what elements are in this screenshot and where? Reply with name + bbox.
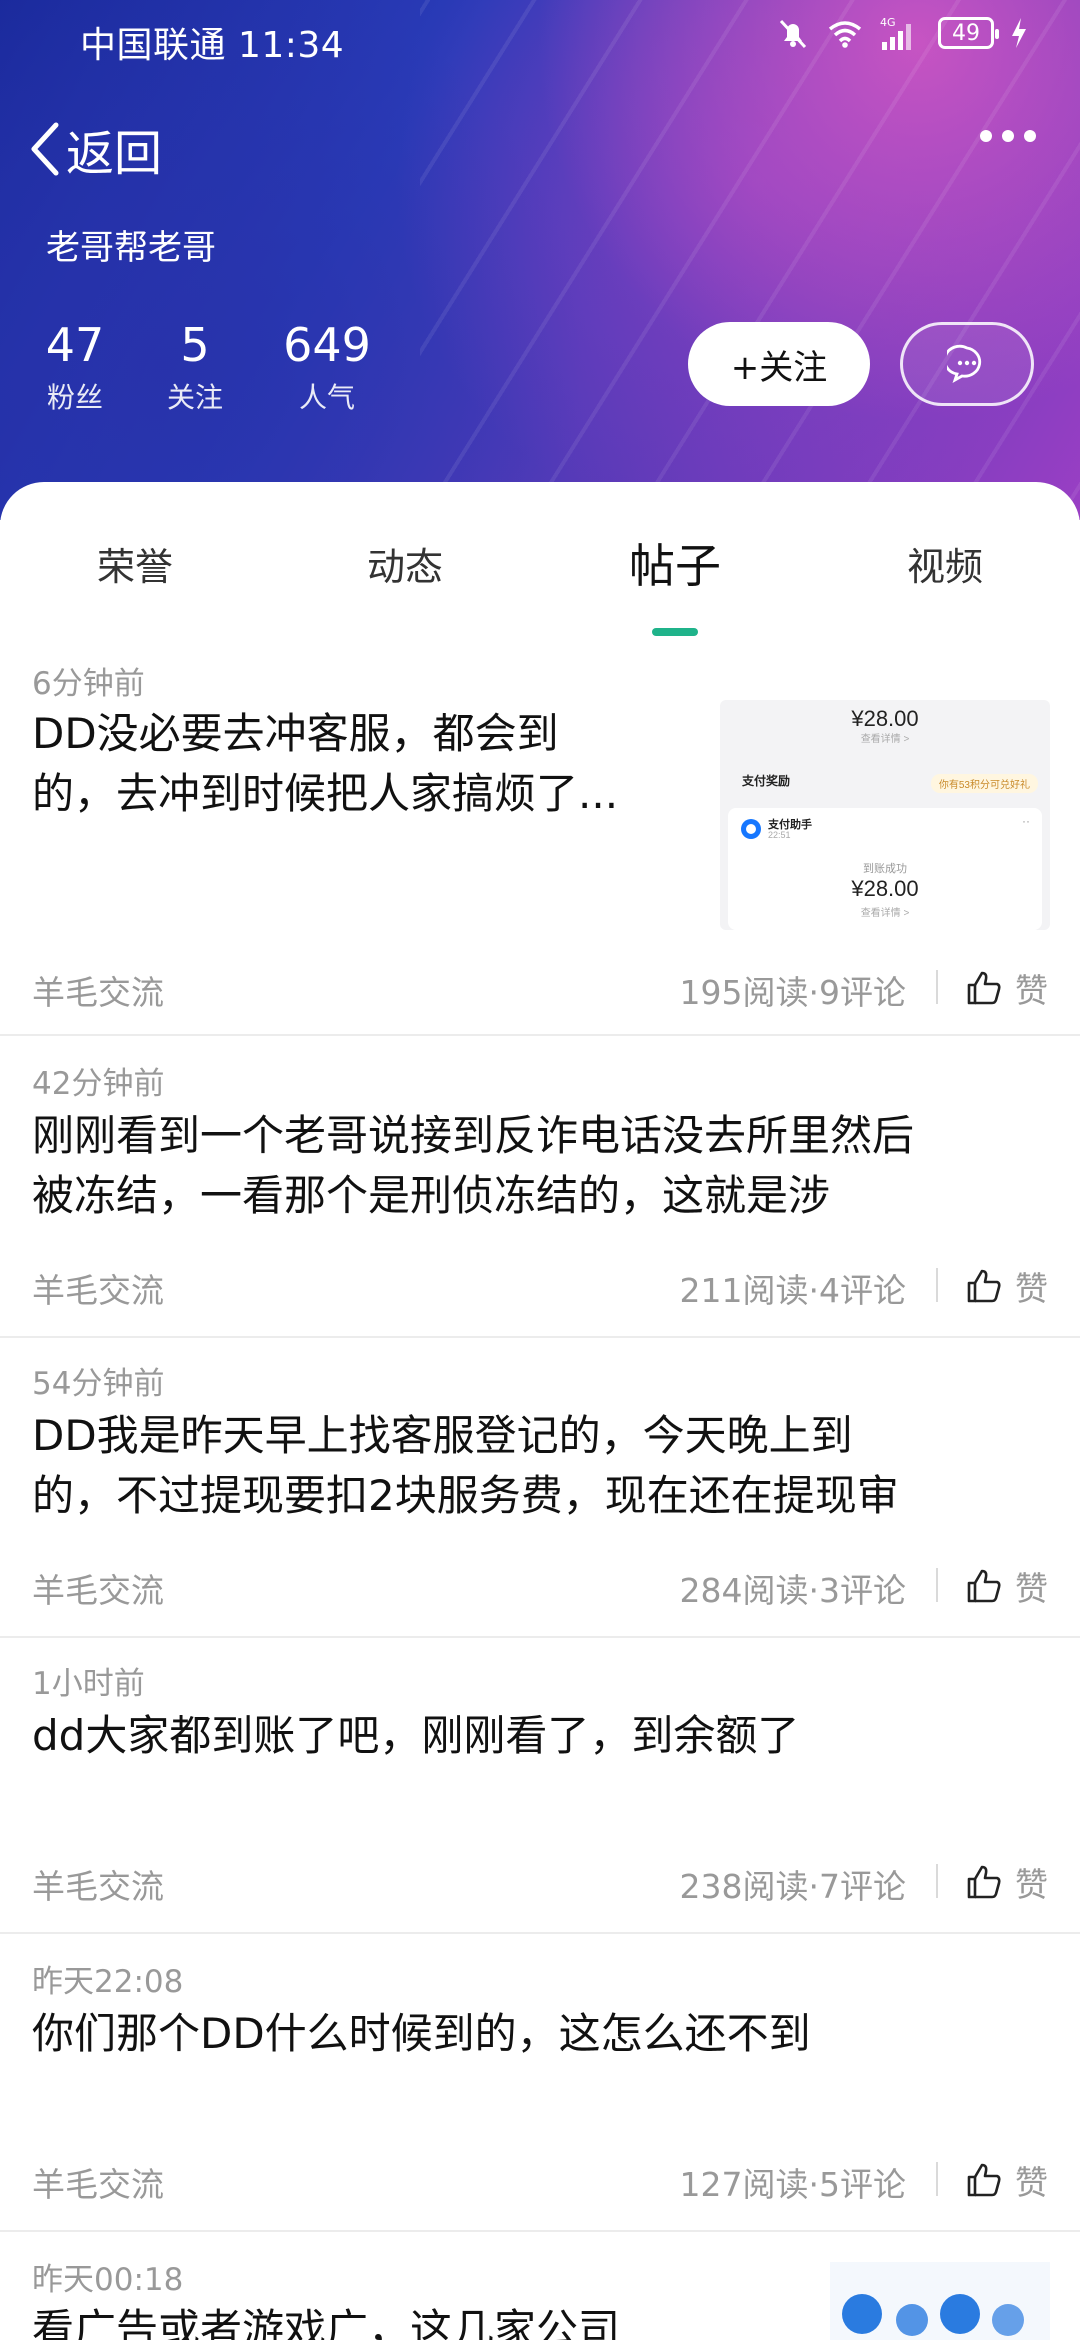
chevron-left-icon: [31, 122, 59, 176]
post-time: 54分钟前: [32, 1366, 165, 1402]
post-title: DD我是昨天早上找客服登记的，今天晚上到 的，不过提现要扣2块服务费，现在还在提…: [32, 1411, 899, 1520]
thumbs-up-icon: [967, 971, 1001, 1005]
post-topic[interactable]: 羊毛交流: [32, 966, 164, 1014]
tab-activity[interactable]: 动态: [270, 536, 540, 591]
post-topic[interactable]: 羊毛交流: [32, 2158, 164, 2206]
stat-popularity: 649 人气: [283, 318, 371, 414]
back-button[interactable]: 返回: [28, 114, 162, 184]
follow-button[interactable]: +关注: [688, 322, 870, 406]
stat-followers[interactable]: 47 粉丝: [30, 318, 120, 416]
post-stats: 127阅读·5评论: [679, 2165, 906, 2204]
post-time: 1小时前: [32, 1666, 145, 1702]
tab-honor[interactable]: 荣誉: [0, 536, 270, 591]
post-topic[interactable]: 羊毛交流: [32, 1860, 164, 1908]
post-time: 昨天00:18: [32, 2262, 184, 2298]
post-topic[interactable]: 羊毛交流: [32, 1264, 164, 1312]
post-stats: 238阅读·7评论: [679, 1867, 906, 1906]
carrier-time: 中国联通 11:34: [80, 25, 345, 66]
post-item[interactable]: 54分钟前 DD我是昨天早上找客服登记的，今天晚上到 的，不过提现要扣2块服务费…: [0, 1338, 1080, 1638]
post-title: dd大家都到账了吧，刚刚看了，到余额了: [32, 1711, 800, 1760]
tab-videos[interactable]: 视频: [810, 536, 1080, 591]
mute-bell-icon: [774, 14, 812, 52]
post-title: DD没必要去冲客服，都会到 的，去冲到时候把人家搞烦了...: [32, 709, 619, 818]
post-stats: 284阅读·3评论: [679, 1571, 906, 1610]
post-time: 昨天22:08: [32, 1964, 184, 2000]
post-item[interactable]: 1小时前 dd大家都到账了吧，刚刚看了，到余额了 羊毛交流 238阅读·7评论 …: [0, 1638, 1080, 1934]
battery-indicator: 49: [938, 17, 999, 49]
post-time: 42分钟前: [32, 1066, 165, 1102]
signal-icon: 4G: [878, 14, 924, 52]
post-item[interactable]: 昨天22:08 你们那个DD什么时候到的，这怎么还不到 羊毛交流 127阅读·5…: [0, 1934, 1080, 2232]
more-options-icon[interactable]: [980, 130, 1036, 142]
svg-text:4G: 4G: [880, 16, 896, 29]
post-topic[interactable]: 羊毛交流: [32, 1564, 164, 1612]
thumbs-up-icon: [967, 1865, 1001, 1899]
profile-name: 老哥帮老哥: [46, 228, 216, 268]
stat-following[interactable]: 5 关注: [150, 318, 240, 416]
wifi-icon: [826, 14, 864, 52]
like-button[interactable]: 赞: [965, 1562, 1048, 1610]
post-item[interactable]: 42分钟前 刚刚看到一个老哥说接到反诈电话没去所里然后 被冻结，一看那个是刑侦冻…: [0, 1036, 1080, 1338]
post-stats: 195阅读·9评论: [679, 973, 906, 1012]
thumbs-up-icon: [967, 2163, 1001, 2197]
post-title: 你们那个DD什么时候到的，这怎么还不到: [32, 2009, 811, 2058]
thumbs-up-icon: [967, 1269, 1001, 1303]
post-title: 刚刚看到一个老哥说接到反诈电话没去所里然后 被冻结，一看那个是刑侦冻结的，这就是…: [32, 1111, 915, 1220]
back-label: 返回: [66, 126, 163, 182]
profile-header: 中国联通 11:34 4G 49 返回 老哥帮老哥 47 粉丝 5 关注 649…: [0, 0, 1080, 520]
thumbs-up-icon: [967, 1569, 1001, 1603]
like-button[interactable]: 赞: [965, 964, 1048, 1012]
post-time: 6分钟前: [32, 666, 145, 702]
message-button[interactable]: [900, 322, 1034, 406]
tab-posts[interactable]: 帖子: [540, 530, 810, 596]
tab-bar: 荣誉 动态 帖子 视频: [0, 536, 1080, 626]
post-stats: 211阅读·4评论: [679, 1271, 906, 1310]
like-button[interactable]: 赞: [965, 2156, 1048, 2204]
alipay-helper-icon: [741, 819, 761, 839]
like-button[interactable]: 赞: [965, 1858, 1048, 1906]
post-thumbnail[interactable]: [830, 2262, 1050, 2340]
post-thumbnail[interactable]: ¥28.00 查看详情 > 支付奖励 你有53积分可兑好礼 支付助手 22:51…: [720, 700, 1050, 930]
active-tab-indicator: [652, 628, 698, 636]
nav-bar: 返回: [0, 110, 1080, 190]
status-bar: 中国联通 11:34 4G 49: [0, 0, 1080, 76]
post-title: 看广告或者游戏广，这几家公司: [32, 2305, 621, 2340]
charging-bolt-icon: [1008, 14, 1030, 52]
like-button[interactable]: 赞: [965, 1262, 1048, 1310]
chat-bubble-icon: [947, 344, 982, 384]
